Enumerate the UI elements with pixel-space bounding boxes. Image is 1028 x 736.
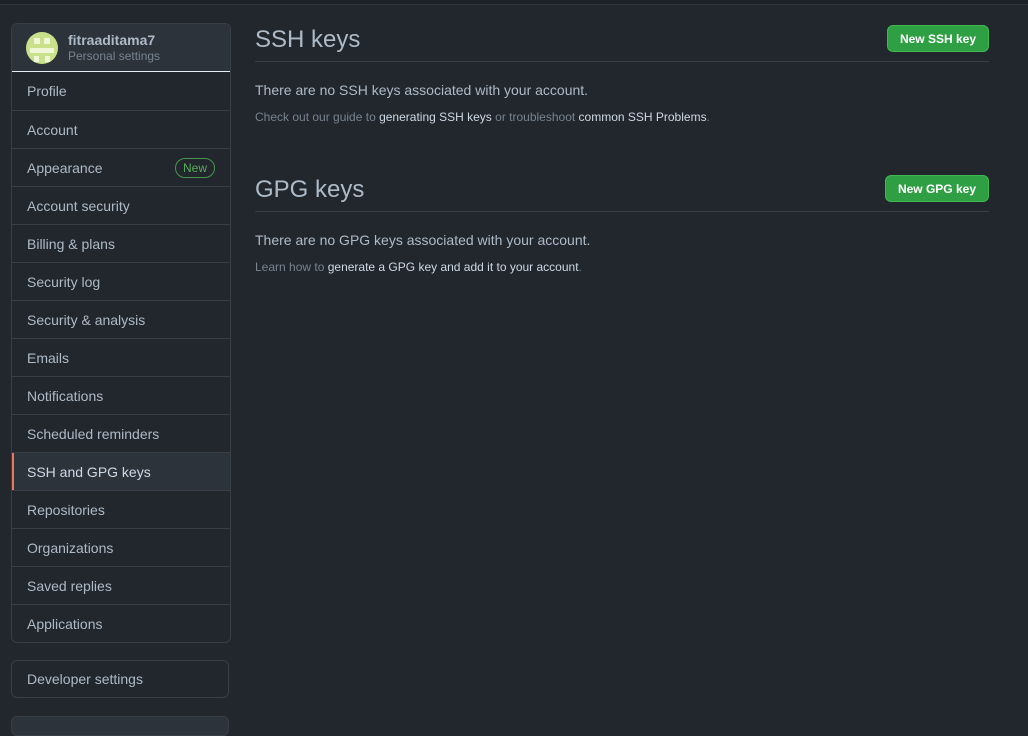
- sidebar-item-account[interactable]: Account: [12, 110, 230, 148]
- sidebar-item-appearance[interactable]: Appearance New: [12, 148, 230, 186]
- ssh-keys-section: SSH keys New SSH key There are no SSH ke…: [255, 18, 989, 124]
- gpg-help-note: Learn how to generate a GPG key and add …: [255, 260, 989, 274]
- ssh-note-text: Check out our guide to: [255, 110, 380, 124]
- sidebar-user-header: fitraaditama7 Personal settings: [12, 24, 230, 72]
- gpg-keys-header: GPG keys New GPG key: [255, 168, 989, 212]
- sidebar-item-emails[interactable]: Emails: [12, 338, 230, 376]
- sidebar-item-label: Emails: [27, 349, 70, 366]
- ssh-help-note: Check out our guide to generating SSH ke…: [255, 110, 989, 124]
- ssh-keys-title: SSH keys: [255, 25, 361, 53]
- sidebar-item-security-log[interactable]: Security log: [12, 262, 230, 300]
- sidebar-item-scheduled-reminders[interactable]: Scheduled reminders: [12, 414, 230, 452]
- settings-sidebar: fitraaditama7 Personal settings Profile A…: [11, 23, 231, 643]
- personal-settings-label: Personal settings: [68, 48, 161, 63]
- sidebar-item-applications[interactable]: Applications: [12, 604, 230, 642]
- sidebar-item-label: Account security: [27, 197, 130, 214]
- ssh-empty-message: There are no SSH keys associated with yo…: [255, 82, 589, 98]
- sidebar-item-developer-settings[interactable]: Developer settings: [11, 660, 229, 698]
- generate-gpg-key-link[interactable]: generate a GPG key and add it to your ac…: [328, 260, 579, 274]
- new-badge: New: [174, 157, 215, 178]
- sidebar-item-label: Saved replies: [27, 577, 112, 594]
- sidebar-item-label: Notifications: [27, 387, 104, 404]
- sidebar-item-saved-replies[interactable]: Saved replies: [12, 566, 230, 604]
- sidebar-item-label: Organizations: [27, 539, 114, 556]
- sidebar-item-label: Profile: [27, 83, 67, 99]
- ssh-note-end: .: [706, 110, 710, 124]
- sidebar-item-repositories[interactable]: Repositories: [12, 490, 230, 528]
- sidebar-item-account-security[interactable]: Account security: [12, 186, 230, 224]
- sidebar-item-ssh-and-gpg-keys[interactable]: SSH and GPG keys: [12, 452, 230, 490]
- common-ssh-problems-link[interactable]: common SSH Problems: [579, 110, 707, 124]
- sidebar-item-profile[interactable]: Profile: [12, 72, 230, 110]
- sidebar-item-billing-and-plans[interactable]: Billing & plans: [12, 224, 230, 262]
- sidebar-item-label: Security & analysis: [27, 311, 146, 328]
- gpg-note-text: Learn how to: [255, 260, 328, 274]
- gpg-note-end: .: [578, 260, 582, 274]
- ssh-note-text-2: or troubleshoot: [491, 110, 579, 124]
- sidebar-item-label: Appearance: [27, 159, 103, 176]
- sidebar-item-label: SSH and GPG keys: [27, 463, 151, 480]
- sidebar-next-section: [11, 716, 229, 736]
- gpg-empty-message: There are no GPG keys associated with yo…: [255, 232, 591, 248]
- ssh-keys-header: SSH keys New SSH key: [255, 18, 989, 62]
- new-gpg-key-button[interactable]: New GPG key: [884, 175, 989, 202]
- sidebar-item-label: Security log: [27, 273, 101, 290]
- new-ssh-key-button[interactable]: New SSH key: [886, 25, 989, 52]
- sidebar-item-label: Billing & plans: [27, 235, 115, 252]
- sidebar-item-label: Scheduled reminders: [27, 425, 160, 442]
- gpg-keys-title: GPG keys: [255, 175, 365, 203]
- sidebar-item-label: Account: [27, 121, 78, 138]
- sidebar-item-notifications[interactable]: Notifications: [12, 376, 230, 414]
- username[interactable]: fitraaditama7: [68, 32, 160, 48]
- sidebar-item-security-and-analysis[interactable]: Security & analysis: [12, 300, 230, 338]
- sidebar-item-label: Developer settings: [27, 671, 143, 687]
- generating-ssh-keys-link[interactable]: generating SSH keys: [379, 110, 492, 124]
- avatar[interactable]: [26, 31, 58, 64]
- top-header-edge: [0, 0, 1028, 5]
- sidebar-item-organizations[interactable]: Organizations: [12, 528, 230, 566]
- sidebar-item-label: Applications: [27, 615, 103, 632]
- gpg-keys-section: GPG keys New GPG key There are no GPG ke…: [255, 168, 989, 274]
- sidebar-item-label: Repositories: [27, 501, 105, 518]
